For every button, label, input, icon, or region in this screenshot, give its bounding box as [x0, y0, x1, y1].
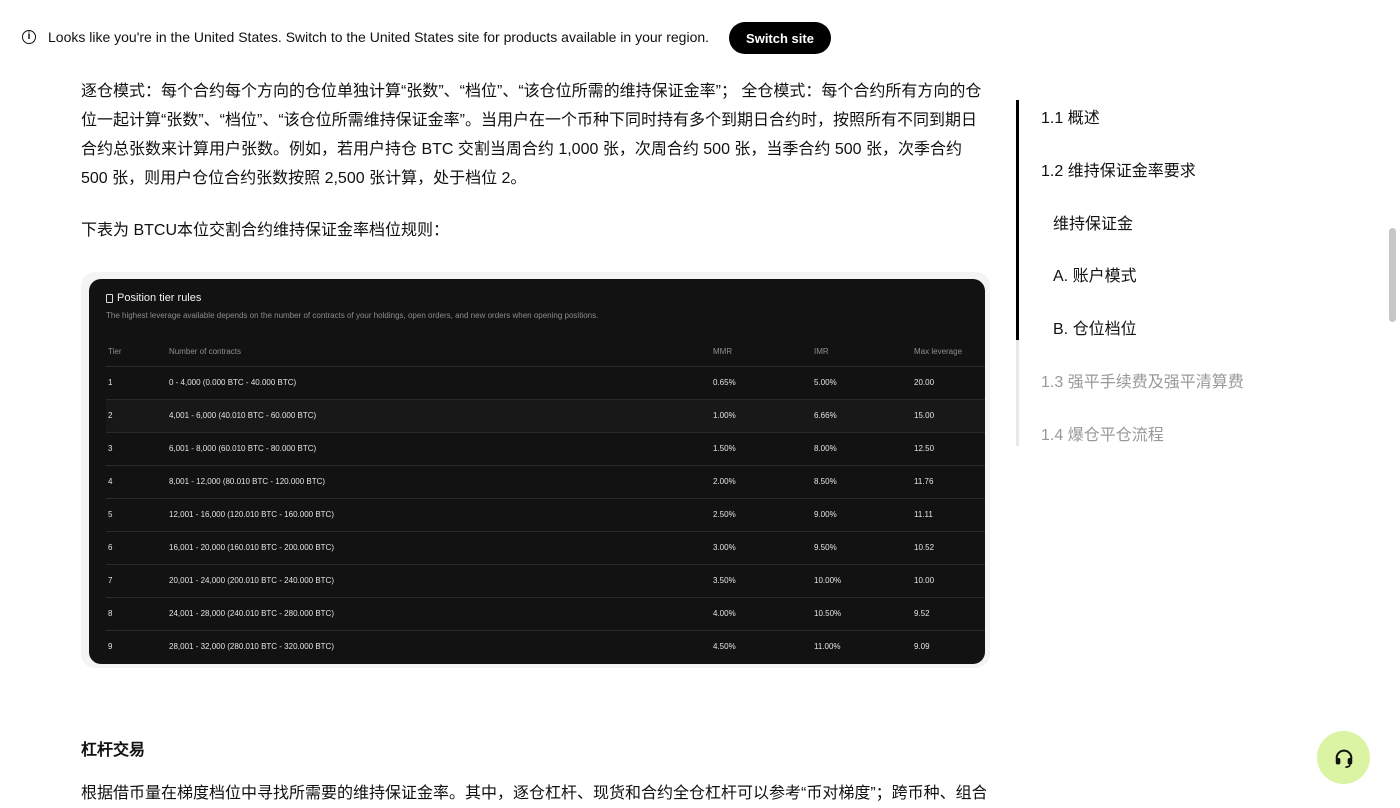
table-of-contents: 1.1 概述 1.2 维持保证金率要求 维持保证金 A. 账户模式 B. 仓位档… — [1016, 100, 1276, 446]
cell-contracts: 24,001 - 28,000 (240.010 BTC - 280.000 B… — [169, 609, 334, 618]
toc-item-account-mode[interactable]: A. 账户模式 — [1053, 262, 1137, 286]
cell-imr: 6.66% — [814, 411, 837, 420]
table-row: 3 6,001 - 8,000 (60.010 BTC - 80.000 BTC… — [106, 432, 985, 465]
cell-imr: 5.00% — [814, 378, 837, 387]
header-max-leverage: Max leverage — [914, 347, 963, 356]
cell-imr: 10.00% — [814, 576, 842, 585]
toc-item-position-tier[interactable]: B. 仓位档位 — [1053, 315, 1137, 339]
scrollbar-thumb[interactable] — [1389, 228, 1396, 322]
cell-tier: 1 — [108, 378, 113, 387]
table-row: 7 20,001 - 24,000 (200.010 BTC - 240.000… — [106, 564, 985, 597]
toc-item-liquidation-process[interactable]: 1.4 爆仓平仓流程 — [1041, 421, 1164, 445]
headset-icon — [1335, 749, 1352, 768]
position-tier-table: Position tier rules The highest leverage… — [89, 279, 985, 664]
info-icon: i — [22, 30, 36, 44]
cell-mmr: 3.00% — [713, 543, 736, 552]
table-row: 2 4,001 - 6,000 (40.010 BTC - 60.000 BTC… — [106, 399, 985, 432]
document-icon — [106, 293, 113, 303]
cell-max-leverage: 11.76 — [914, 477, 934, 486]
toc-progress-indicator — [1016, 100, 1019, 340]
cell-contracts: 12,001 - 16,000 (120.010 BTC - 160.000 B… — [169, 510, 334, 519]
cell-contracts: 8,001 - 12,000 (80.010 BTC - 120.000 BTC… — [169, 477, 326, 486]
section-heading-margin-trading: 杠杆交易 — [81, 742, 146, 759]
cell-tier: 6 — [108, 543, 113, 552]
cell-imr: 8.00% — [814, 444, 837, 453]
article-paragraph-2: 下表为 BTCU本位交割合约维持保证金率档位规则： — [81, 222, 450, 239]
cell-mmr: 1.00% — [713, 411, 736, 420]
header-contracts: Number of contracts — [169, 347, 242, 356]
cell-imr: 8.50% — [814, 477, 837, 486]
cell-mmr: 4.50% — [713, 642, 736, 651]
cell-max-leverage: 10.00 — [914, 576, 935, 585]
article-paragraph-1: 逐仓模式：每个合约每个方向的仓位单独计算“张数”、“档位”、“该仓位所需的维持保… — [81, 83, 982, 187]
table-row: 1 0 - 4,000 (0.000 BTC - 40.000 BTC) 0.6… — [106, 366, 985, 399]
toc-item-maintenance-margin[interactable]: 维持保证金 — [1053, 210, 1133, 234]
header-tier: Tier — [108, 347, 122, 356]
cell-mmr: 1.50% — [713, 444, 736, 453]
cell-tier: 3 — [108, 444, 113, 453]
table-row: 8 24,001 - 28,000 (240.010 BTC - 280.000… — [106, 597, 985, 630]
cell-tier: 8 — [108, 609, 113, 618]
table-row: 4 8,001 - 12,000 (80.010 BTC - 120.000 B… — [106, 465, 985, 498]
cell-mmr: 2.00% — [713, 477, 736, 486]
cell-max-leverage: 15.00 — [914, 411, 935, 420]
header-mmr: MMR — [713, 347, 733, 356]
switch-site-button[interactable]: Switch site — [729, 22, 831, 54]
cell-imr: 11.00% — [814, 642, 841, 651]
toc-item-mmr-requirements[interactable]: 1.2 维持保证金率要求 — [1041, 157, 1196, 181]
position-tier-table-image: Position tier rules The highest leverage… — [81, 272, 990, 668]
header-imr: IMR — [814, 347, 829, 356]
toc-item-overview[interactable]: 1.1 概述 — [1041, 104, 1100, 128]
cell-tier: 9 — [108, 642, 113, 651]
cell-max-leverage: 20.00 — [914, 378, 935, 387]
cell-max-leverage: 9.52 — [914, 609, 930, 618]
cell-imr: 10.50% — [814, 609, 842, 618]
article-paragraph-3: 根据借币量在梯度档位中寻找所需要的维持保证金率。其中，逐仓杠杆、现货和合约全仓杠… — [81, 785, 986, 802]
cell-tier: 7 — [108, 576, 113, 585]
toc-item-liquidation-fees[interactable]: 1.3 强平手续费及强平清算费 — [1041, 368, 1244, 392]
cell-mmr: 2.50% — [713, 510, 736, 519]
support-chat-button[interactable] — [1317, 731, 1370, 784]
cell-tier: 2 — [108, 411, 113, 420]
table-row: 6 16,001 - 20,000 (160.010 BTC - 200.000… — [106, 531, 985, 564]
cell-max-leverage: 12.50 — [914, 444, 935, 453]
table-title: Position tier rules — [106, 292, 201, 304]
cell-tier: 5 — [108, 510, 113, 519]
page-scrollbar[interactable] — [1386, 0, 1400, 800]
cell-contracts: 16,001 - 20,000 (160.010 BTC - 200.000 B… — [169, 543, 334, 552]
cell-contracts: 4,001 - 6,000 (40.010 BTC - 60.000 BTC) — [169, 411, 317, 420]
cell-mmr: 4.00% — [713, 609, 736, 618]
table-row: 5 12,001 - 16,000 (120.010 BTC - 160.000… — [106, 498, 985, 531]
region-banner: i Looks like you're in the United States… — [0, 0, 1400, 76]
cell-imr: 9.50% — [814, 543, 837, 552]
cell-contracts: 20,001 - 24,000 (200.010 BTC - 240.000 B… — [169, 576, 334, 585]
cell-contracts: 6,001 - 8,000 (60.010 BTC - 80.000 BTC) — [169, 444, 317, 453]
table-row: 9 28,001 - 32,000 (280.010 BTC - 320.000… — [106, 630, 985, 663]
cell-mmr: 0.65% — [713, 378, 736, 387]
table-header: Tier Number of contracts MMR IMR Max lev… — [106, 347, 985, 367]
cell-mmr: 3.50% — [713, 576, 736, 585]
cell-imr: 9.00% — [814, 510, 837, 519]
cell-contracts: 28,001 - 32,000 (280.010 BTC - 320.000 B… — [169, 642, 334, 651]
cell-max-leverage: 11.11 — [914, 510, 933, 519]
cell-max-leverage: 9.09 — [914, 642, 930, 651]
cell-contracts: 0 - 4,000 (0.000 BTC - 40.000 BTC) — [169, 378, 297, 387]
cell-tier: 4 — [108, 477, 113, 486]
cell-max-leverage: 10.52 — [914, 543, 935, 552]
table-subtitle: The highest leverage available depends o… — [106, 311, 599, 320]
region-message: Looks like you're in the United States. … — [48, 29, 710, 45]
